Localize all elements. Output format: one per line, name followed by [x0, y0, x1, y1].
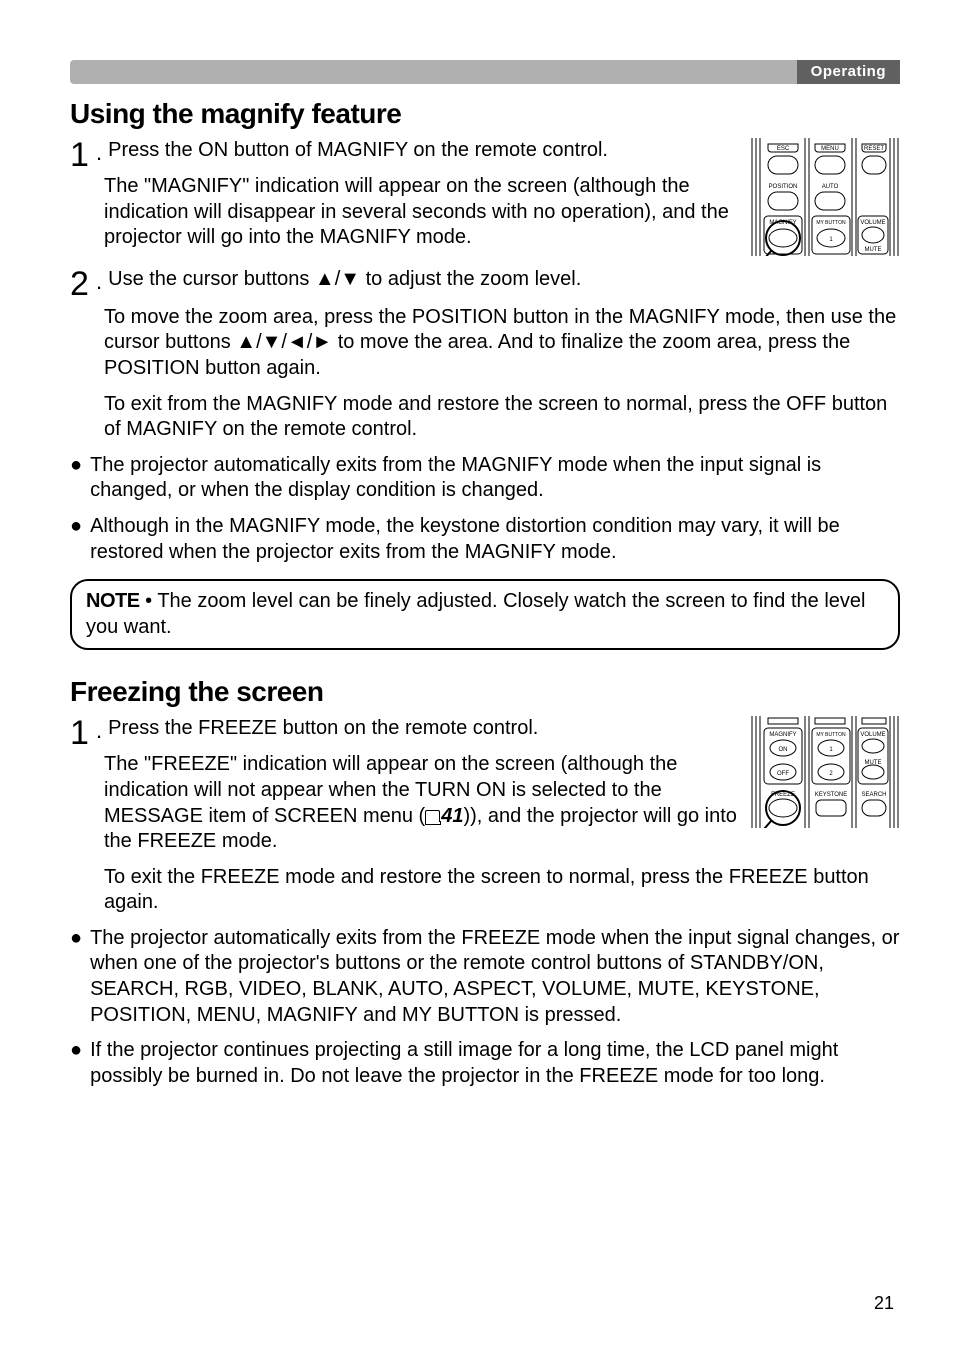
step-number-2: 2: [70, 267, 92, 301]
remote1-mybutton-label: MY BUTTON: [816, 220, 846, 226]
magnify-step2-p2: To exit from the MAGNIFY mode and restor…: [104, 392, 900, 443]
remote1-mute-label: MUTE: [865, 247, 882, 253]
remote2-volume-label: VOLUME: [860, 732, 885, 738]
remote2-keystone-label: KEYSTONE: [815, 792, 848, 798]
remote1-volume-label: VOLUME: [860, 220, 885, 226]
magnify-step2-p1: To move the zoom area, press the POSITIO…: [104, 305, 900, 382]
freeze-step1-line1: Press the FREEZE button on the remote co…: [108, 716, 740, 742]
step-number-1: 1: [70, 716, 92, 750]
step-number-1: 1: [70, 138, 92, 172]
bullet-marker: ●: [70, 926, 82, 1028]
remote2-freeze-label: FREEZE: [771, 792, 795, 798]
remote1-one-label: 1: [829, 237, 833, 243]
remote1-menu-label: MENU: [821, 146, 839, 152]
book-icon: [425, 810, 440, 822]
remote1-position-label: POSITION: [769, 184, 798, 190]
remote2-mybutton-label: MY BUTTON: [816, 732, 846, 738]
header-section-label: Operating: [797, 60, 900, 84]
header-bar: [70, 60, 900, 84]
remote1-esc-label: ESC: [777, 146, 790, 152]
remote2-search-label: SEARCH: [861, 792, 886, 798]
magnify-bullet2: Although in the MAGNIFY mode, the keysto…: [90, 514, 900, 565]
step-dot: .: [96, 716, 102, 747]
freeze-heading: Freezing the screen: [70, 676, 900, 708]
remote2-two-label: 2: [829, 771, 833, 777]
freeze-p2: To exit the FREEZE mode and restore the …: [104, 865, 900, 916]
freeze-bullet2: If the projector continues projecting a …: [90, 1038, 900, 1089]
magnify-step2-line1: Use the cursor buttons ▲/▼ to adjust the…: [108, 267, 900, 293]
bullet-marker: ●: [70, 514, 82, 565]
freeze-bullet1: The projector automatically exits from t…: [90, 926, 900, 1028]
magnify-heading: Using the magnify feature: [70, 98, 900, 130]
remote1-reset-label: RESET: [864, 146, 884, 152]
bullet-marker: ●: [70, 453, 82, 504]
page-number: 21: [874, 1293, 894, 1314]
note-text: • The zoom level can be finely adjusted.…: [86, 590, 865, 638]
remote2-on-label: ON: [779, 747, 788, 753]
magnify-step1-line1: Press the ON button of MAGNIFY on the re…: [108, 138, 740, 164]
remote2-one-label: 1: [829, 747, 833, 753]
remote2-magnify-label: MAGNIFY: [769, 732, 796, 738]
remote1-auto-label: AUTO: [822, 184, 839, 190]
magnify-bullet1: The projector automatically exits from t…: [90, 453, 900, 504]
step-dot: .: [96, 138, 102, 169]
freeze-ref-num: 41: [441, 805, 463, 827]
remote2-mute-label: MUTE: [865, 760, 882, 766]
note-label: NOTE: [86, 590, 140, 612]
note-box: NOTE • The zoom level can be finely adju…: [70, 579, 900, 650]
bullet-marker: ●: [70, 1038, 82, 1089]
remote-illustration-1: ESC MENU RESET POSITION AUTO MAGNIFY MY …: [750, 138, 900, 256]
page-content: Using the magnify feature: [70, 98, 900, 1099]
remote-illustration-2: MAGNIFY MY BUTTON VOLUME ON 1 OFF 2 MUTE…: [750, 716, 900, 828]
step-dot: .: [96, 267, 102, 298]
remote1-magnify-label: MAGNIFY: [769, 220, 796, 226]
remote2-off-label: OFF: [777, 771, 789, 777]
